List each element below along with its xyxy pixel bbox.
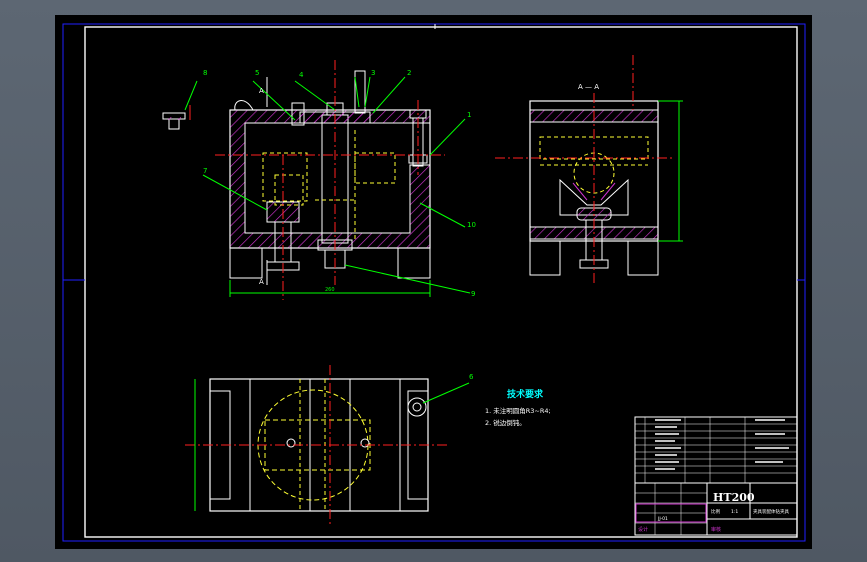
scale-label: 比例: [711, 508, 720, 515]
scale-value: 1:1: [731, 509, 738, 515]
inner-frame: [84, 26, 798, 538]
balloon-5: 5: [255, 69, 259, 77]
balloon-9: 9: [471, 290, 475, 298]
balloon-10: 10: [467, 221, 476, 229]
cad-viewport[interactable]: 8 5 4 3 2 1 7 10 9 6 A A 260 A — A 技术要求 …: [0, 0, 867, 562]
balloon-2: 2: [407, 69, 411, 77]
tech-requirements-title: 技术要求: [507, 388, 544, 400]
checker-label: 审核: [711, 526, 721, 533]
tech-note-2: 2. 锐边倒钝。: [485, 418, 526, 427]
overall-dimension: 260: [325, 287, 335, 293]
front-section-view[interactable]: [162, 60, 471, 300]
drawing-canvas[interactable]: 8 5 4 3 2 1 7 10 9 6 A A 260 A — A 技术要求 …: [55, 15, 812, 549]
drawing-name: 夹具装配体钻夹具: [753, 508, 789, 515]
balloon-1: 1: [467, 111, 471, 119]
top-view[interactable]: [185, 365, 470, 525]
drawing-sheet[interactable]: 8 5 4 3 2 1 7 10 9 6 A A 260 A — A 技术要求 …: [55, 15, 812, 549]
balloon-3: 3: [371, 69, 375, 77]
outer-frame: [62, 23, 806, 542]
view-marker-top: A: [259, 87, 264, 95]
section-label: A — A: [578, 83, 599, 91]
tech-note-1: 1. 未注明圆角R3~R4;: [485, 406, 551, 415]
balloon-8-top: 8: [203, 69, 207, 77]
designer-label: 设计: [638, 526, 648, 533]
balloon-7: 7: [203, 167, 207, 175]
drawing-number: JJ-01: [657, 516, 668, 522]
material-label: HT200: [713, 491, 755, 504]
balloon-4: 4: [299, 71, 304, 79]
view-marker-bottom: A: [259, 278, 264, 286]
balloon-6: 6: [469, 373, 474, 381]
